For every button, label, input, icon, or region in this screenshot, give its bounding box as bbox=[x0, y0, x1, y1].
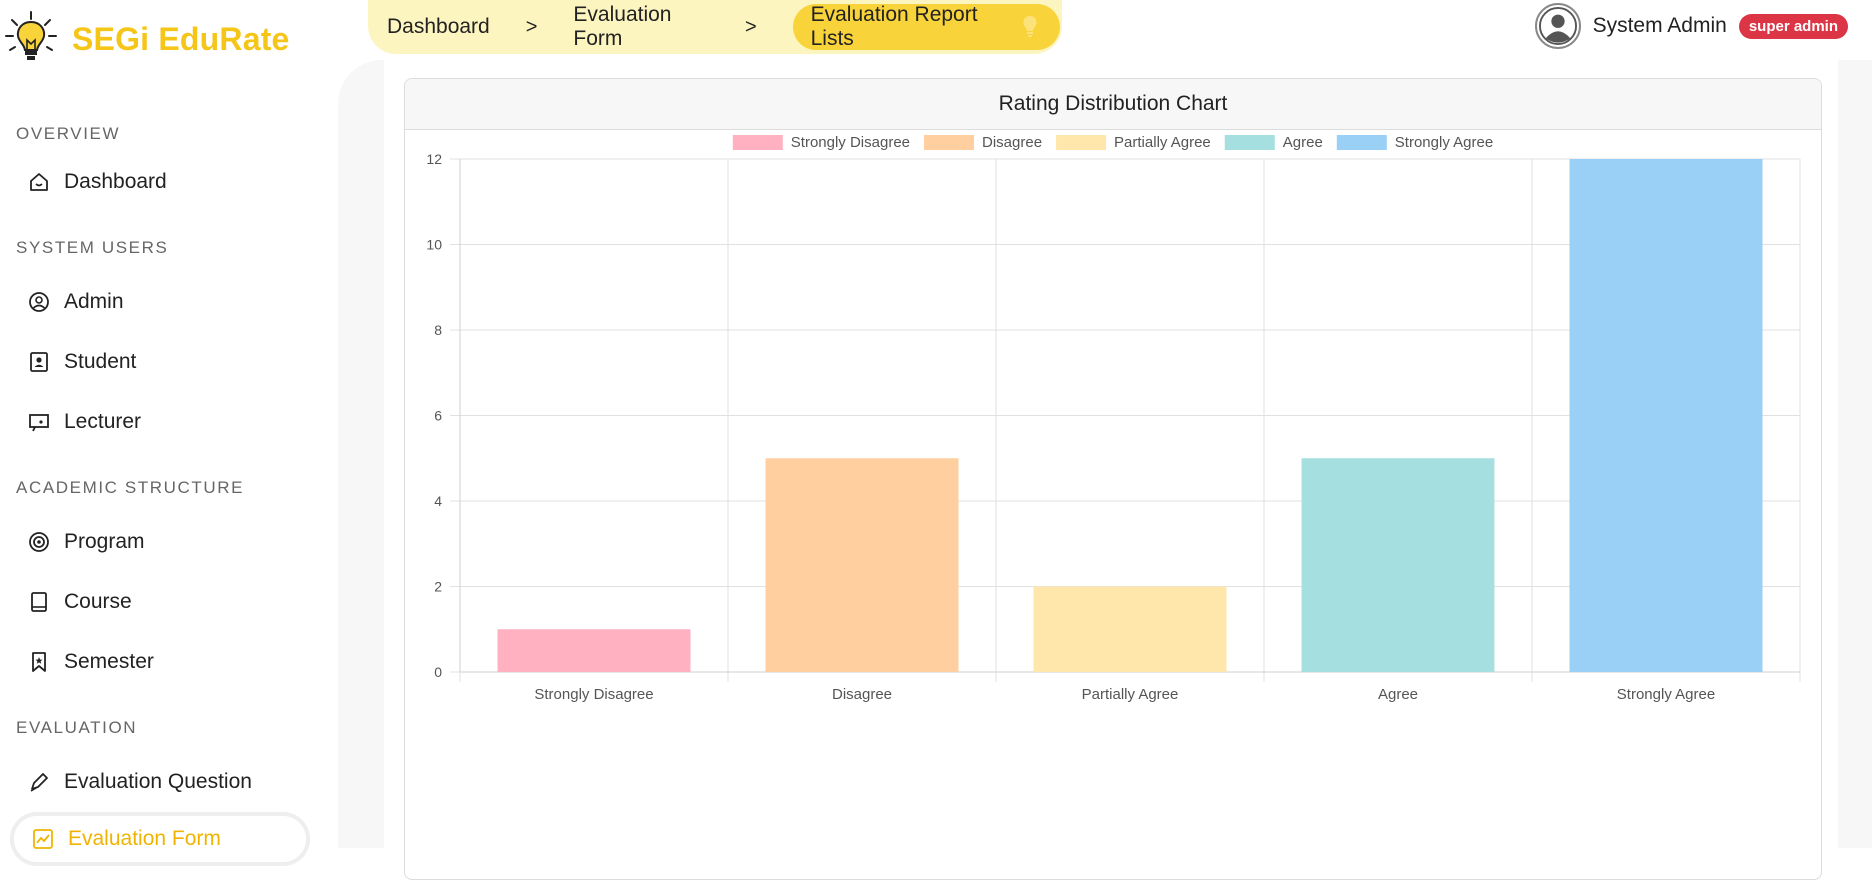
legend-label: Strongly Disagree bbox=[791, 134, 910, 151]
brand-logo[interactable]: SEGi EduRate bbox=[4, 10, 290, 69]
student-id-icon bbox=[28, 351, 50, 373]
legend-label: Strongly Agree bbox=[1395, 134, 1493, 151]
sidebar-item-label: Course bbox=[64, 590, 132, 613]
brand-name: SEGi EduRate bbox=[72, 20, 290, 57]
legend-swatch bbox=[924, 135, 975, 150]
x-tick-label: Strongly Disagree bbox=[534, 686, 653, 703]
sidebar-item-label: Evaluation Form bbox=[68, 827, 221, 850]
sidebar-item-label: Dashboard bbox=[64, 170, 167, 193]
section-label-system-users: SYSTEM USERS bbox=[16, 238, 169, 257]
breadcrumb-separator: > bbox=[744, 15, 757, 38]
lightbulb-icon bbox=[4, 10, 58, 69]
legend-label: Agree bbox=[1283, 134, 1323, 151]
home-icon bbox=[28, 171, 50, 193]
role-badge: super admin bbox=[1738, 13, 1848, 39]
sidebar-item-label: Student bbox=[64, 350, 137, 373]
card-title: Rating Distribution Chart bbox=[405, 79, 1821, 130]
breadcrumb: Dashboard > Evaluation Form > Evaluation… bbox=[368, 0, 1062, 54]
x-tick-label: Strongly Agree bbox=[1617, 686, 1715, 703]
sidebar-item-label: Admin bbox=[64, 290, 124, 313]
section-label-evaluation: EVALUATION bbox=[16, 718, 138, 737]
chart-container: 0 2 4 6 8 10 12 Strongly Disagree Disagree Partia… bbox=[405, 130, 1821, 879]
avatar-icon[interactable] bbox=[1534, 3, 1581, 49]
legend-label: Disagree bbox=[982, 134, 1042, 151]
y-tick-label: 4 bbox=[434, 493, 442, 509]
bar bbox=[1033, 586, 1227, 672]
y-tick-label: 0 bbox=[434, 664, 442, 680]
breadcrumb-separator: > bbox=[525, 15, 538, 38]
sidebar-item-label: Semester bbox=[64, 650, 154, 673]
x-tick-label: Agree bbox=[1378, 686, 1418, 703]
breadcrumb-current: Evaluation Report Lists bbox=[792, 3, 1060, 50]
legend-swatch bbox=[1056, 135, 1107, 150]
breadcrumb-dashboard[interactable]: Dashboard bbox=[387, 15, 490, 39]
chart-icon bbox=[32, 828, 54, 850]
user-menu[interactable]: System Admin super admin bbox=[1534, 3, 1848, 49]
target-icon bbox=[28, 531, 50, 553]
legend-swatch bbox=[1224, 135, 1275, 150]
lightbulb-icon bbox=[1020, 14, 1040, 40]
x-tick-label: Partially Agree bbox=[1082, 686, 1179, 703]
bar bbox=[1301, 458, 1495, 672]
sidebar-item-semester[interactable]: Semester bbox=[28, 642, 154, 682]
sidebar-item-evaluation-form[interactable]: Evaluation Form bbox=[10, 812, 310, 866]
section-label-academic-structure: ACADEMIC STRUCTURE bbox=[16, 478, 245, 497]
pen-icon bbox=[28, 771, 50, 793]
sidebar-item-label: Program bbox=[64, 530, 145, 553]
sidebar-item-student[interactable]: Student bbox=[28, 342, 136, 382]
bar bbox=[1569, 159, 1763, 672]
presentation-icon bbox=[28, 411, 50, 433]
bookmark-icon bbox=[28, 651, 50, 673]
legend-label: Partially Agree bbox=[1114, 134, 1211, 151]
sidebar-item-label: Evaluation Question bbox=[64, 770, 252, 793]
book-icon bbox=[28, 591, 50, 613]
bar bbox=[765, 458, 959, 672]
legend-swatch bbox=[732, 135, 783, 150]
breadcrumb-current-label: Evaluation Report Lists bbox=[810, 3, 978, 50]
sidebar-item-lecturer[interactable]: Lecturer bbox=[28, 402, 141, 442]
breadcrumb-evaluation-form[interactable]: Evaluation Form bbox=[573, 3, 709, 51]
y-tick-label: 10 bbox=[426, 237, 442, 253]
x-tick-label: Disagree bbox=[832, 686, 892, 703]
rating-distribution-chart: 0 2 4 6 8 10 12 Strongly Disagree Disagree Partia… bbox=[426, 134, 1801, 703]
y-tick-label: 6 bbox=[434, 408, 442, 424]
sidebar-item-admin[interactable]: Admin bbox=[28, 282, 124, 322]
sidebar-item-program[interactable]: Program bbox=[28, 522, 145, 562]
sidebar-item-evaluation-question[interactable]: Evaluation Question bbox=[28, 762, 252, 802]
sidebar: SEGi EduRate OVERVIEW Dashboard SYSTEM U… bbox=[0, 0, 338, 866]
user-name: System Admin bbox=[1592, 14, 1727, 37]
legend-swatch bbox=[1336, 135, 1387, 150]
section-label-overview: OVERVIEW bbox=[16, 124, 121, 143]
y-tick-label: 8 bbox=[434, 322, 442, 338]
y-tick-label: 2 bbox=[434, 579, 442, 595]
sidebar-item-course[interactable]: Course bbox=[28, 582, 132, 622]
chart-card: Rating Distribution Chart 0 2 4 6 8 10 12 Stron… bbox=[404, 78, 1822, 880]
sidebar-item-dashboard[interactable]: Dashboard bbox=[28, 162, 167, 202]
user-circle-icon bbox=[28, 291, 50, 313]
y-tick-label: 12 bbox=[426, 151, 442, 167]
bar bbox=[497, 629, 691, 672]
sidebar-item-label: Lecturer bbox=[64, 410, 142, 433]
